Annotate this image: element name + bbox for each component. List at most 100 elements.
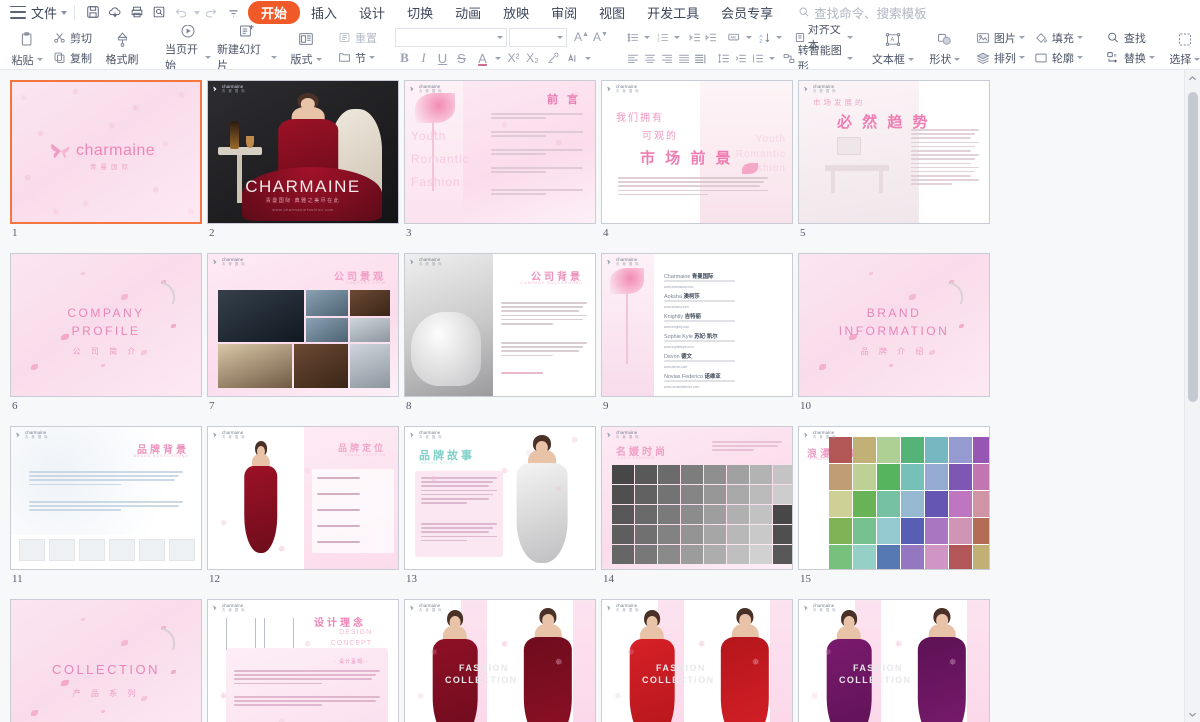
scrollbar-thumb[interactable] — [1188, 92, 1198, 402]
tab-member[interactable]: 会员专享 — [710, 1, 784, 24]
convert-smartart-label[interactable]: 转智能图形 — [798, 42, 844, 69]
slide-thumbnail-cell[interactable]: charmaine 青 曼 国 际品牌背景 BRAND BACKGROUND 11 — [10, 426, 207, 585]
reset-button[interactable]: 重置 — [332, 28, 381, 48]
slide-thumbnail[interactable]: COLLECTION 产 品 系 列 — [10, 599, 202, 722]
slide-thumbnail-cell[interactable]: BRAND INFORMATION 品 牌 介 绍 10 — [798, 253, 995, 412]
slide-thumbnail-cell[interactable]: charmaine 青 曼 国 际我们拥有 可观的市 场 前 景 Youth Roman… — [601, 80, 798, 239]
subscript-button[interactable]: X₂ — [523, 51, 542, 65]
slide-sorter-pane[interactable]: ❅ ❅ ❅ ❅ ❅ ❅ ❅ ❅ ❅ ❅ ❅ ❅ charmaine 青曼国际 1 charmaine 青 曼 国… — [0, 70, 1200, 722]
tab-insert[interactable]: 插入 — [300, 1, 348, 24]
app-menu-icon[interactable] — [10, 5, 26, 19]
underline-button[interactable]: U — [433, 51, 452, 66]
slide-thumbnail-cell[interactable]: COMPANY PROFILE 公 司 简 介 6 — [10, 253, 207, 412]
slide-thumbnail[interactable]: charmaine 青 曼 国 际名媛时尚 LADY FASHION — [601, 426, 793, 570]
align-left-icon[interactable] — [625, 49, 642, 68]
tab-animation[interactable]: 动画 — [444, 1, 492, 24]
slide-thumbnail-cell[interactable]: charmaine青 曼 国 际FASHIONCOLLECTION❅❅❅❅18 — [404, 599, 601, 722]
print-preview-icon[interactable] — [148, 2, 170, 22]
tab-slideshow[interactable]: 放映 — [492, 1, 540, 24]
slide-thumbnail-cell[interactable]: charmaine 青 曼 国 际市场发展的必 然 趋 势5 — [798, 80, 995, 239]
line-height-dropdown-icon[interactable] — [769, 56, 776, 60]
slide-thumbnail-cell[interactable]: charmaine 青 曼 国 际公司景观 COMPANY VIEW 7 — [207, 253, 404, 412]
tab-developer[interactable]: 开发工具 — [636, 1, 710, 24]
shape-button[interactable]: 形状 — [919, 26, 971, 69]
slide-thumbnail-cell[interactable]: COLLECTION产 品 系 列16 — [10, 599, 207, 722]
slide-thumbnail[interactable]: charmaine 青 曼 国 际 FASHION COLLECTION ❅ ❅ ❅ ❅ — [601, 599, 793, 722]
increase-indent-icon[interactable] — [703, 28, 719, 47]
indent-list-icon[interactable] — [733, 49, 750, 68]
find-button[interactable]: 查找 — [1101, 28, 1159, 48]
fill-button[interactable]: 填充 — [1029, 28, 1087, 48]
clear-format-icon[interactable] — [542, 49, 562, 68]
slide-thumbnail[interactable]: charmaine 青 曼 国 际品牌故事 BRAND STORY ❅ ❅ ❅ ❅ ❅ — [404, 426, 596, 570]
superscript-button[interactable]: X² — [504, 51, 523, 65]
customize-quick-access-icon[interactable] — [222, 2, 244, 22]
slide-thumbnail[interactable]: charmaine 青 曼 国 际 CHARMAINE 青曼国际 典雅之美尽在此 www… — [207, 80, 399, 224]
slide-thumbnail[interactable]: charmaine青 曼 国 际浪漫写真ROMANTIC PHOTO — [798, 426, 990, 570]
font-size-select[interactable] — [509, 27, 567, 47]
strikethrough-button[interactable]: S — [452, 51, 471, 66]
cloud-sync-icon[interactable] — [104, 2, 126, 22]
bullet-list-icon[interactable] — [625, 28, 641, 47]
tab-transition[interactable]: 切换 — [396, 1, 444, 24]
replace-button[interactable]: B 替换 — [1101, 48, 1159, 68]
copy-button[interactable]: 复制 — [47, 48, 96, 68]
slide-thumbnail-cell[interactable]: charmaine 青 曼 国 际 Charmaine 青曼国际 www.charma… — [601, 253, 798, 412]
font-color-dropdown-icon[interactable] — [495, 56, 501, 60]
decrease-indent-icon[interactable] — [687, 28, 703, 47]
shrink-font-button[interactable]: A▼ — [593, 30, 608, 44]
slide-thumbnail[interactable]: COMPANY PROFILE 公 司 简 介 — [10, 253, 202, 397]
convert-smartart-dropdown-icon[interactable] — [846, 56, 853, 60]
bold-button[interactable]: B — [395, 50, 414, 66]
save-icon[interactable] — [82, 2, 104, 22]
text-box-button[interactable]: A 文本框 — [867, 26, 919, 69]
slide-thumbnail[interactable]: charmaine 青 曼 国 际 FASHION COLLECTION ❅ ❅ ❅ ❅ — [798, 599, 990, 722]
slide-thumbnail-cell[interactable]: charmaine青 曼 国 际浪漫写真ROMANTIC PHOTO 15 — [798, 426, 995, 585]
outline-button[interactable]: 轮廓 — [1029, 48, 1087, 68]
start-current-page-button[interactable]: 当页开始 — [162, 25, 214, 69]
cut-button[interactable]: 剪切 — [47, 28, 96, 48]
numbered-list-dropdown-icon[interactable] — [673, 35, 680, 39]
slide-thumbnail[interactable]: charmaine 青 曼 国 际 Charmaine 青曼国际 www.charma… — [601, 253, 793, 397]
slide-thumbnail-cell[interactable]: charmaine青 曼 国 际FASHIONCOLLECTION❅❅❅❅20 — [798, 599, 995, 722]
text-direction-icon[interactable]: AB — [727, 28, 743, 47]
slide-thumbnail-cell[interactable]: charmaine青 曼 国 际FASHIONCOLLECTION❅❅❅❅19 — [601, 599, 798, 722]
grow-font-button[interactable]: A▲ — [574, 30, 589, 44]
select-button[interactable]: 选择 — [1159, 26, 1200, 69]
tab-design[interactable]: 设计 — [348, 1, 396, 24]
vertical-scrollbar[interactable] — [1184, 70, 1200, 722]
justify-icon[interactable] — [675, 49, 692, 68]
convert-smartart-icon[interactable] — [781, 49, 798, 68]
scroll-up-icon[interactable] — [1185, 70, 1200, 86]
layout-button[interactable]: 版式 — [280, 26, 332, 69]
slide-thumbnail[interactable]: charmaine 青 曼 国 际品牌定位 BRAND POSITION ❅ ❅ ❅ — [207, 426, 399, 570]
scroll-down-icon[interactable] — [1185, 706, 1200, 722]
slide-thumbnail[interactable]: BRAND INFORMATION 品 牌 介 绍 — [798, 253, 990, 397]
line-spacing-list-icon[interactable] — [716, 49, 733, 68]
text-direction-dropdown-icon[interactable] — [745, 35, 752, 39]
file-menu-label[interactable]: 文件 — [31, 3, 57, 22]
slide-thumbnail-cell[interactable]: charmaine 青 曼 国 际设计理念 DESIGN CONCEPT · 设计呈现 … — [207, 599, 404, 722]
redo-icon[interactable] — [200, 2, 222, 22]
paste-button[interactable]: 粘贴 — [7, 26, 47, 69]
chevron-down-icon[interactable] — [61, 11, 68, 15]
slide-thumbnail-cell[interactable]: charmaine 青 曼 国 际品牌故事 BRAND STORY ❅ ❅ ❅ ❅ ❅ 13 — [404, 426, 601, 585]
tab-view[interactable]: 视图 — [588, 1, 636, 24]
sort-dropdown-icon[interactable] — [776, 35, 783, 39]
line-height-icon[interactable] — [749, 49, 766, 68]
slide-thumbnail-cell[interactable]: charmaine 青 曼 国 际名媛时尚 LADY FASHION 14 — [601, 426, 798, 585]
align-center-icon[interactable] — [642, 49, 659, 68]
sort-icon[interactable]: AZ — [757, 28, 773, 47]
slide-thumbnail[interactable]: charmaine 青 曼 国 际品牌背景 BRAND BACKGROUND — [10, 426, 202, 570]
numbered-list-icon[interactable]: 123 — [654, 28, 670, 47]
picture-button[interactable]: 图片 — [971, 28, 1029, 48]
slide-thumbnail-cell[interactable]: charmaine 青 曼 国 际 CHARMAINE 青曼国际 典雅之美尽在此 www… — [207, 80, 404, 239]
slide-thumbnail[interactable]: charmaine 青 曼 国 际我们拥有 可观的市 场 前 景 Youth Roman… — [601, 80, 793, 224]
character-spacing-icon[interactable] — [562, 49, 582, 68]
tab-review[interactable]: 审阅 — [540, 1, 588, 24]
section-button[interactable]: 节 — [332, 48, 381, 68]
slide-thumbnail[interactable]: charmaine 青 曼 国 际市场发展的必 然 趋 势 — [798, 80, 990, 224]
slide-thumbnail-cell[interactable]: charmaine 青 曼 国 际品牌定位 BRAND POSITION ❅ ❅ ❅ 12 — [207, 426, 404, 585]
slide-thumbnail-cell[interactable]: Youth Romantic Fashion charmaine 青 曼 国 际前 言 ❅… — [404, 80, 601, 239]
font-family-select[interactable] — [395, 27, 507, 47]
